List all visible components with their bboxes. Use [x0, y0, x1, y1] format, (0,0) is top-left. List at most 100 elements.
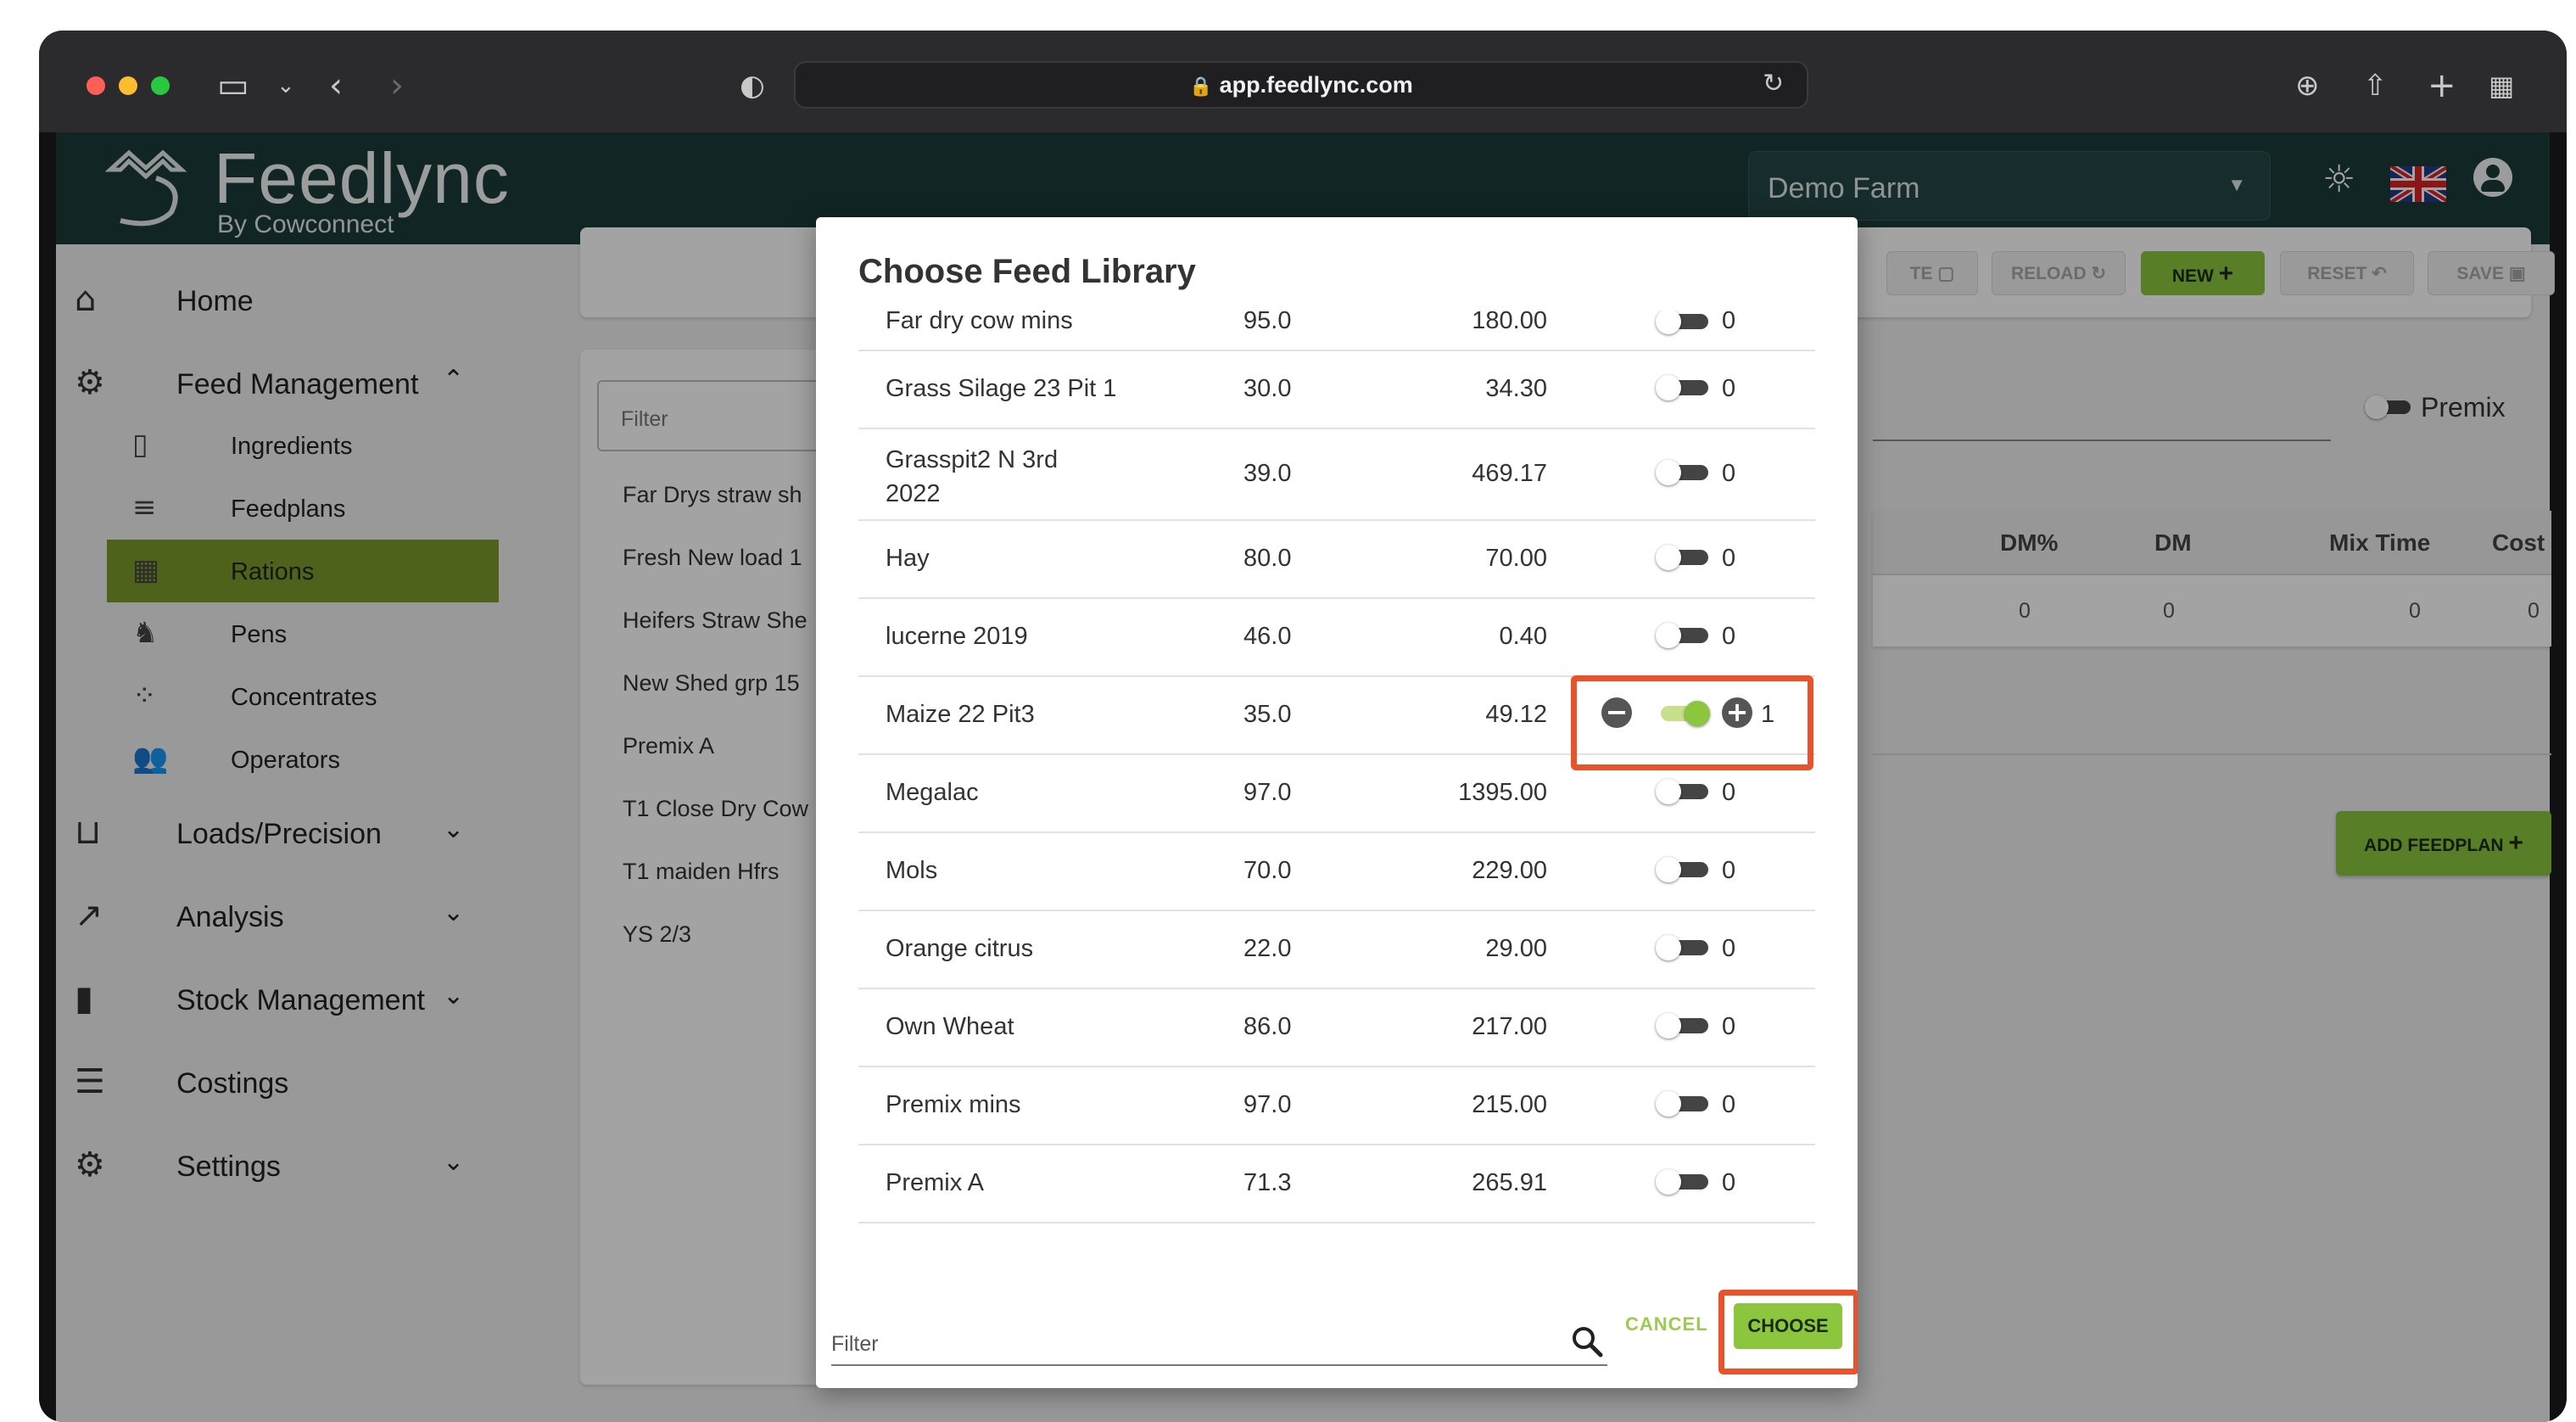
privacy-shield-icon[interactable]: ◐	[740, 63, 765, 109]
download-icon[interactable]: ⊕	[2295, 63, 2320, 109]
feed-quantity: 0	[1722, 857, 1736, 884]
address-bar[interactable]: 🔒 app.feedlync.com ↻	[794, 61, 1808, 109]
maximize-window-button[interactable]	[151, 76, 170, 95]
feed-dm: 46.0	[1243, 623, 1292, 650]
search-icon[interactable]	[1569, 1324, 1605, 1359]
feed-price: 469.17	[1472, 460, 1547, 487]
feed-select-toggle[interactable]	[1656, 1011, 1710, 1039]
feed-quantity: 0	[1722, 460, 1736, 487]
feed-select-toggle[interactable]	[1656, 543, 1710, 570]
back-icon[interactable]: ‹	[329, 63, 343, 109]
feed-quantity: 0	[1722, 545, 1736, 572]
feed-quantity: 0	[1722, 623, 1736, 650]
close-window-button[interactable]	[87, 76, 105, 95]
feed-quantity: 0	[1722, 311, 1736, 334]
feed-name: Orange citrus	[886, 935, 1034, 962]
feed-select-toggle[interactable]	[1656, 855, 1710, 882]
toggle-knob	[1656, 1169, 1681, 1195]
feed-price: 229.00	[1472, 857, 1547, 884]
feed-dm: 95.0	[1243, 311, 1292, 334]
feed-price: 180.00	[1472, 311, 1547, 334]
feed-quantity: 0	[1722, 935, 1736, 962]
table-row[interactable]: Premix mins 97.0 215.00 0	[858, 1066, 1815, 1145]
feed-select-toggle[interactable]	[1656, 933, 1710, 960]
feed-dm: 22.0	[1243, 935, 1292, 962]
feed-select-toggle[interactable]	[1656, 373, 1710, 400]
table-row[interactable]: Grass Silage 23 Pit 1 30.0 34.30 0	[858, 350, 1815, 429]
feed-dm: 71.3	[1243, 1169, 1292, 1196]
tab-overview-icon[interactable]: ▦	[2489, 63, 2514, 109]
feed-price: 34.30	[1485, 375, 1547, 402]
table-row[interactable]: Mols 70.0 229.00 0	[858, 831, 1815, 911]
toggle-knob	[1656, 1013, 1681, 1039]
feed-price: 215.00	[1472, 1091, 1547, 1118]
selected-row-highlight	[1571, 675, 1813, 770]
dialog-title: Choose Feed Library	[858, 253, 1196, 290]
feed-quantity: 0	[1722, 1169, 1736, 1196]
feed-name: Premix mins	[886, 1091, 1021, 1118]
filter-placeholder: Filter	[831, 1332, 879, 1356]
choose-button-highlight	[1718, 1290, 1858, 1374]
feed-price: 29.00	[1485, 935, 1547, 962]
feed-dm: 97.0	[1243, 779, 1292, 806]
feed-quantity: 0	[1722, 1013, 1736, 1040]
feed-price: 265.91	[1472, 1169, 1547, 1196]
toggle-knob	[1656, 311, 1681, 334]
toggle-knob	[1656, 779, 1681, 804]
feed-dm: 86.0	[1243, 1013, 1292, 1040]
table-row: Far dry cow mins 95.0 180.00 0	[858, 311, 1815, 351]
feed-price: 1395.00	[1458, 779, 1547, 806]
feed-name: Megalac	[886, 779, 979, 806]
table-row[interactable]: Hay 80.0 70.00 0	[858, 519, 1815, 599]
dialog-filter-input[interactable]: Filter	[831, 1312, 1607, 1364]
feed-dm: 30.0	[1243, 375, 1292, 402]
feed-select-toggle[interactable]	[1656, 1089, 1710, 1117]
feed-name: Premix A	[886, 1169, 985, 1196]
feed-name: Mols	[886, 857, 938, 884]
feed-price: 70.00	[1485, 545, 1547, 572]
new-tab-icon[interactable]: +	[2428, 63, 2456, 109]
toggle-knob	[1656, 1091, 1681, 1117]
toggle-knob	[1656, 857, 1681, 882]
feed-name: Grass Silage 23 Pit 1	[886, 375, 1117, 402]
feed-name: Far dry cow mins	[886, 311, 1073, 334]
feed-name: lucerne 2019	[886, 623, 1028, 650]
toggle-knob	[1656, 460, 1681, 485]
feed-select-toggle[interactable]	[1656, 458, 1710, 485]
feed-quantity: 0	[1722, 375, 1736, 402]
browser-window: ▭ ⌄ ‹ › ◐ 🔒 app.feedlync.com ↻ ⊕ ⇧ + ▦ Fe…	[39, 31, 2567, 1422]
share-icon[interactable]: ⇧	[2363, 63, 2388, 109]
feed-dm: 97.0	[1243, 1091, 1292, 1118]
toggle-knob	[1656, 623, 1681, 648]
forward-icon[interactable]: ›	[390, 63, 404, 109]
feed-dm: 70.0	[1243, 857, 1292, 884]
reload-page-icon[interactable]: ↻	[1763, 61, 1784, 107]
feed-name: Grasspit2 N 3rd 2022	[886, 446, 1059, 507]
toggle-knob	[1656, 935, 1681, 960]
feed-select-toggle[interactable]	[1656, 777, 1710, 804]
feed-select-toggle[interactable]	[1656, 311, 1710, 334]
table-row[interactable]: Own Wheat 86.0 217.00 0	[858, 988, 1815, 1067]
feed-select-toggle[interactable]	[1656, 1167, 1710, 1195]
feed-name: Maize 22 Pit3	[886, 701, 1035, 728]
table-row[interactable]: lucerne 2019 46.0 0.40 0	[858, 597, 1815, 677]
feed-quantity: 0	[1722, 1091, 1736, 1118]
feed-dm: 35.0	[1243, 701, 1292, 728]
toggle-knob	[1656, 375, 1681, 400]
feed-name: Hay	[886, 545, 930, 572]
cancel-button[interactable]: CANCEL	[1625, 1313, 1708, 1335]
filter-underline	[831, 1364, 1607, 1366]
feed-quantity: 0	[1722, 779, 1736, 806]
browser-toolbar: ▭ ⌄ ‹ › ◐ 🔒 app.feedlync.com ↻ ⊕ ⇧ + ▦	[39, 31, 2567, 132]
minimize-window-button[interactable]	[119, 76, 137, 95]
url-text: app.feedlync.com	[1219, 72, 1413, 98]
sidebar-toggle-icon[interactable]: ▭	[217, 63, 249, 109]
toggle-knob	[1656, 545, 1681, 570]
feed-price: 217.00	[1472, 1013, 1547, 1040]
feed-select-toggle[interactable]	[1656, 621, 1710, 648]
table-row[interactable]: Premix A 71.3 265.91 0	[858, 1144, 1815, 1223]
chevron-down-icon[interactable]: ⌄	[277, 63, 295, 109]
feed-price: 49.12	[1485, 701, 1547, 728]
table-row[interactable]: Orange citrus 22.0 29.00 0	[858, 910, 1815, 989]
table-row[interactable]: Grasspit2 N 3rd 2022 39.0 469.17 0	[858, 428, 1815, 521]
